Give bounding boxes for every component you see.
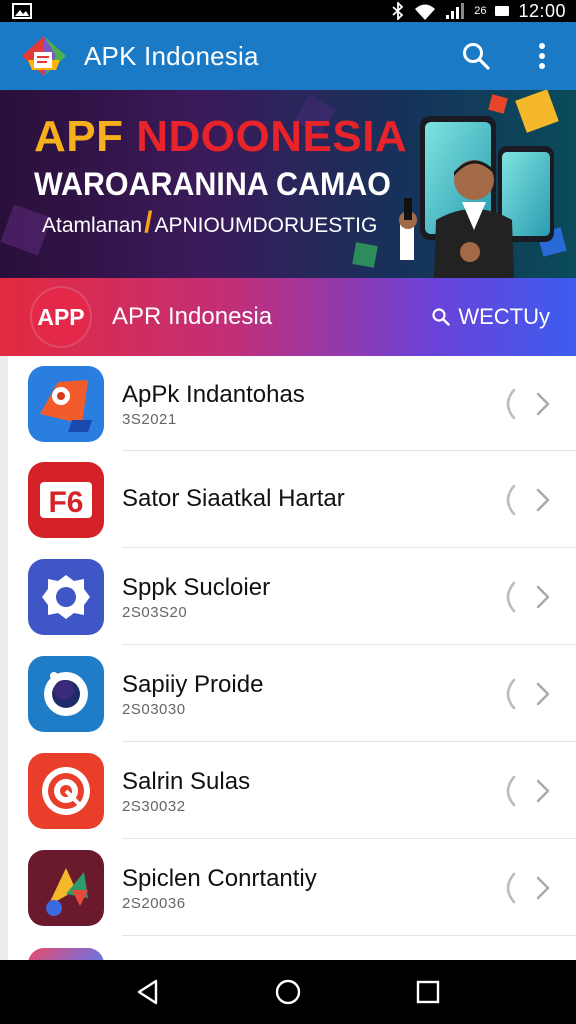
home-icon — [275, 979, 301, 1005]
banner-tagline-right: APNIOUMDORUESTIG — [154, 214, 378, 237]
app-icon-target — [28, 752, 104, 829]
banner-subtitle: WAROARANINA CAMAO — [34, 166, 391, 202]
chevron-right-icon[interactable] — [536, 682, 550, 706]
battery-icon — [495, 6, 510, 16]
banner-title: APF NDOONESIA — [34, 112, 407, 162]
more-options-button[interactable] — [524, 38, 560, 74]
app-icon-gear — [28, 558, 104, 635]
loading-spinner-icon — [506, 775, 516, 806]
status-right: 26 12:00 — [391, 1, 566, 22]
loading-spinner-icon — [506, 388, 516, 419]
search-icon — [463, 43, 490, 70]
list-item[interactable]: Sppk Sucloier 2S03S20 — [8, 548, 576, 645]
app-icon-map — [28, 365, 104, 442]
status-time: 12:00 — [518, 0, 566, 21]
search-button[interactable] — [458, 38, 494, 74]
app-subtitle: 2S03030 — [122, 700, 186, 718]
banner-tagline: Atamlaпan/APNIOUMDORUESTIG — [42, 206, 377, 240]
app-subtitle: 2S03S20 — [122, 603, 188, 621]
chevron-right-icon[interactable] — [536, 488, 550, 512]
app-actions — [458, 38, 560, 74]
banner-title-part2: NDOONESIA — [136, 112, 408, 161]
list-item-text: Salrin Sulas 2S30032 — [122, 767, 498, 815]
app-name: ApPk Indantohas — [122, 380, 305, 408]
app-logo-icon[interactable] — [20, 34, 68, 78]
app-subtitle: 2S20036 — [122, 894, 186, 912]
status-bar: 26 12:00 — [0, 0, 576, 22]
app-icon-fb: F6 — [28, 461, 104, 538]
network-label: 26 — [474, 5, 487, 17]
loading-spinner-icon — [506, 872, 516, 903]
app-name: Spiclen Conrtantiy — [122, 864, 317, 892]
more-vert-icon — [539, 43, 545, 69]
loading-spinner-icon — [506, 678, 516, 709]
app-bar: APK Indonesia — [0, 22, 576, 90]
screen: 26 12:00 APK Indonesia APF NDOONESIA WAR… — [0, 0, 576, 1024]
nav-home-button[interactable] — [268, 972, 308, 1012]
banner-title-part1: APF — [34, 112, 137, 161]
bluetooth-icon — [392, 2, 404, 20]
list-item-text: ApPk Indantohas 3S2021 — [122, 380, 498, 428]
back-icon — [137, 979, 158, 1005]
banner-tagline-left: Atamlaпan — [42, 214, 143, 237]
store-header: APP APR Indonesia WECTUy — [0, 278, 576, 356]
loading-spinner-icon — [506, 581, 516, 612]
app-name: Sator Siaatkal Hartar — [122, 485, 345, 512]
recents-icon — [416, 980, 440, 1004]
app-icon-partial — [28, 948, 104, 960]
system-nav-bar — [0, 960, 576, 1024]
list-item[interactable]: Salrin Sulas 2S30032 — [8, 742, 576, 839]
nav-back-button[interactable] — [128, 972, 168, 1012]
nav-recents-button[interactable] — [408, 972, 448, 1012]
gallery-notification-icon — [12, 3, 32, 19]
banner-tagline-slash: / — [144, 206, 153, 239]
list-item[interactable]: F6 Sator Siaatkal Hartar — [8, 451, 576, 548]
app-name: Salrin Sulas — [122, 767, 251, 795]
app-title: APK Indonesia — [84, 40, 259, 71]
list-item[interactable] — [8, 936, 576, 960]
list-item-text: Sator Siaatkal Hartar — [122, 484, 498, 515]
list-item[interactable]: Sapiiy Proide 2S03030 — [8, 645, 576, 742]
app-list: ApPk Indantohas 3S2021 F6 Sator Siaatkal… — [0, 356, 576, 960]
app-icon-ring — [28, 655, 104, 732]
app-name: Sppk Sucloier — [122, 573, 271, 601]
search-icon — [432, 308, 451, 326]
app-subtitle: 3S2021 — [122, 410, 177, 428]
list-item-text: Spiclen Conrtantiy 2S20036 — [122, 864, 498, 912]
wifi-icon — [415, 4, 436, 20]
store-title: APR Indonesia — [112, 303, 273, 330]
chevron-right-icon[interactable] — [536, 779, 550, 803]
list-item[interactable]: Spiclen Conrtantiy 2S20036 — [8, 839, 576, 936]
status-left — [12, 3, 32, 19]
list-item-text: Sapiiy Proide 2S03030 — [122, 670, 498, 718]
list-item[interactable]: ApPk Indantohas 3S2021 — [8, 356, 576, 451]
list-item-text: Sppk Sucloier 2S03S20 — [122, 573, 498, 621]
svg-text:F6: F6 — [48, 486, 83, 519]
promo-banner[interactable]: APF NDOONESIA WAROARANINA CAMAO Atamlaпa… — [0, 90, 576, 278]
chevron-right-icon[interactable] — [536, 392, 550, 416]
header-search-label: WECTUy — [458, 304, 550, 329]
chevron-right-icon[interactable] — [536, 876, 550, 900]
app-subtitle: 2S30032 — [122, 797, 186, 815]
loading-spinner-icon — [506, 484, 516, 515]
app-icon-shapes — [28, 849, 104, 926]
signal-icon — [446, 3, 465, 19]
app-name: Sapiiy Proide — [122, 670, 264, 698]
brand-badge[interactable]: APP — [32, 288, 90, 346]
chevron-right-icon[interactable] — [536, 585, 550, 609]
header-search-button[interactable]: WECTUy — [432, 304, 550, 330]
